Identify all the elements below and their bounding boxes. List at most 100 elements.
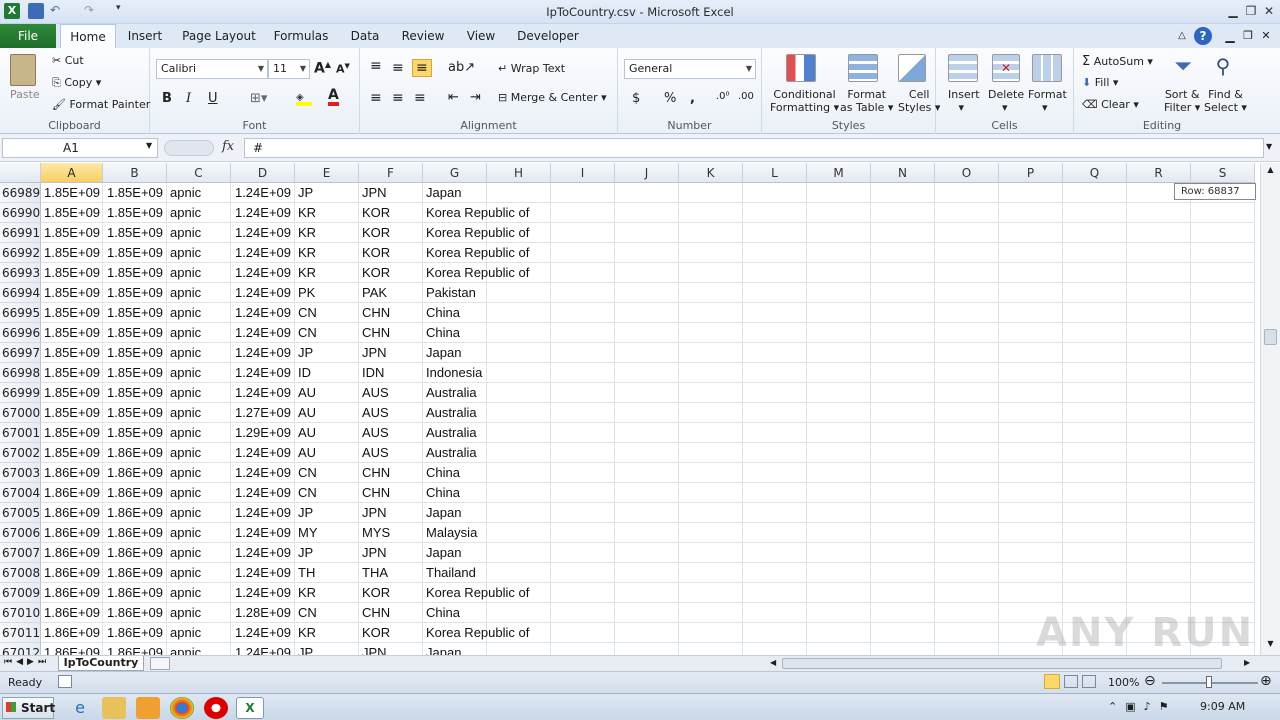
grid-cell[interactable]: CHN — [359, 463, 423, 483]
shrink-font-icon[interactable]: A▼ — [336, 62, 350, 76]
grid-cell[interactable]: AUS — [359, 423, 423, 443]
grid-cell[interactable]: 1.24E+09 — [231, 443, 295, 463]
grid-cell[interactable]: Japan — [423, 543, 487, 563]
sheet-nav-icon[interactable]: ⏮◀▶⏭ — [4, 657, 50, 667]
grid-cell[interactable] — [871, 523, 935, 543]
grid-cell[interactable]: apnic — [167, 243, 231, 263]
grid-cell[interactable] — [487, 403, 551, 423]
grid-cell[interactable] — [807, 463, 871, 483]
grid-cell[interactable] — [487, 343, 551, 363]
grid-cell[interactable] — [999, 223, 1063, 243]
vertical-scrollbar[interactable]: ▲ ▼ — [1260, 163, 1280, 655]
grid-cell[interactable] — [935, 503, 999, 523]
row-header[interactable]: 67002 — [0, 443, 41, 463]
grid-cell[interactable] — [1191, 223, 1255, 243]
grid-cell[interactable] — [935, 383, 999, 403]
page-layout-view-icon[interactable] — [1064, 675, 1078, 688]
grid-cell[interactable]: 1.86E+09 — [103, 643, 167, 655]
grid-cell[interactable]: Malaysia — [423, 523, 487, 543]
page-break-view-icon[interactable] — [1082, 675, 1096, 688]
grid-cell[interactable] — [551, 403, 615, 423]
grid-cell[interactable] — [807, 483, 871, 503]
grid-cell[interactable] — [935, 203, 999, 223]
grid-cell[interactable] — [551, 423, 615, 443]
row-header[interactable]: 67008 — [0, 563, 41, 583]
grid-cell[interactable] — [743, 223, 807, 243]
column-header-h[interactable]: H — [487, 163, 551, 183]
column-header-m[interactable]: M — [807, 163, 871, 183]
grid-cell[interactable] — [1191, 503, 1255, 523]
grid-cell[interactable]: 1.24E+09 — [231, 623, 295, 643]
grid-cell[interactable]: 1.86E+09 — [103, 523, 167, 543]
column-header-k[interactable]: K — [679, 163, 743, 183]
grid-cell[interactable]: China — [423, 463, 487, 483]
grid-cell[interactable]: apnic — [167, 563, 231, 583]
grid-cell[interactable] — [487, 303, 551, 323]
grid-cell[interactable]: apnic — [167, 403, 231, 423]
grid-cell[interactable] — [615, 183, 679, 203]
select-all-corner[interactable] — [0, 163, 41, 183]
taskbar-clock[interactable]: 9:09 AM — [1200, 700, 1245, 713]
grid-cell[interactable] — [743, 343, 807, 363]
grid-cell[interactable]: apnic — [167, 223, 231, 243]
grid-cell[interactable]: 1.86E+09 — [41, 563, 103, 583]
column-header-r[interactable]: R — [1127, 163, 1191, 183]
delete-cells-icon[interactable]: ✕ — [992, 54, 1020, 82]
grid-cell[interactable]: 1.24E+09 — [231, 563, 295, 583]
grid-cell[interactable]: KR — [295, 583, 359, 603]
grid-cell[interactable] — [679, 343, 743, 363]
align-center-icon[interactable]: ≡ — [392, 90, 404, 106]
grid-cell[interactable] — [935, 483, 999, 503]
grid-cell[interactable]: apnic — [167, 463, 231, 483]
sort-filter-icon[interactable]: ⏷ — [1168, 54, 1198, 82]
grid-cell[interactable]: 1.85E+09 — [41, 263, 103, 283]
row-header[interactable]: 66992 — [0, 243, 41, 263]
grid-cell[interactable] — [871, 243, 935, 263]
scroll-down-icon[interactable]: ▼ — [1263, 639, 1278, 653]
align-right-icon[interactable]: ≡ — [414, 90, 426, 106]
grid-cell[interactable] — [935, 643, 999, 655]
grid-cell[interactable] — [679, 503, 743, 523]
borders-icon[interactable]: ⊞▾ — [250, 91, 267, 106]
grid-cell[interactable] — [1191, 363, 1255, 383]
grid-cell[interactable]: apnic — [167, 263, 231, 283]
grid-cell[interactable] — [487, 523, 551, 543]
grid-cell[interactable]: 1.24E+09 — [231, 543, 295, 563]
row-header[interactable]: 66993 — [0, 263, 41, 283]
grid-cell[interactable] — [1191, 203, 1255, 223]
grid-cell[interactable] — [999, 543, 1063, 563]
grid-cell[interactable]: Korea Republic of — [423, 203, 529, 223]
grid-cell[interactable]: 1.85E+09 — [103, 283, 167, 303]
grid-cell[interactable] — [487, 503, 551, 523]
grid-cell[interactable] — [1127, 363, 1191, 383]
align-left-icon[interactable]: ≡ — [370, 90, 382, 106]
grid-cell[interactable]: 1.85E+09 — [41, 223, 103, 243]
grid-cell[interactable] — [551, 243, 615, 263]
row-header[interactable]: 67010 — [0, 603, 41, 623]
align-bottom-icon[interactable]: ≡ — [412, 59, 432, 77]
column-header-i[interactable]: I — [551, 163, 615, 183]
grid-cell[interactable] — [999, 583, 1063, 603]
grid-cell[interactable]: 1.85E+09 — [103, 363, 167, 383]
grid-cell[interactable]: apnic — [167, 423, 231, 443]
find-select-button[interactable]: Find & Select ▾ — [1204, 88, 1247, 114]
grid-cell[interactable]: KOR — [359, 243, 423, 263]
grid-cell[interactable] — [1191, 263, 1255, 283]
grid-cell[interactable] — [679, 403, 743, 423]
grid-cell[interactable] — [807, 423, 871, 443]
delete-cells-button[interactable]: Delete ▾ — [988, 88, 1024, 114]
column-header-p[interactable]: P — [999, 163, 1063, 183]
grid-cell[interactable] — [615, 623, 679, 643]
grid-cell[interactable] — [551, 463, 615, 483]
cell-styles-button[interactable]: Cell Styles ▾ — [898, 88, 940, 114]
grid-cell[interactable] — [871, 343, 935, 363]
grid-cell[interactable]: 1.85E+09 — [103, 223, 167, 243]
column-header-e[interactable]: E — [295, 163, 359, 183]
grid-cell[interactable] — [743, 503, 807, 523]
binoculars-icon[interactable]: ⚲ — [1208, 54, 1238, 82]
grid-cell[interactable]: AUS — [359, 403, 423, 423]
grid-cell[interactable] — [487, 483, 551, 503]
grid-cell[interactable] — [999, 383, 1063, 403]
grid-cell[interactable] — [935, 443, 999, 463]
grid-cell[interactable] — [551, 383, 615, 403]
